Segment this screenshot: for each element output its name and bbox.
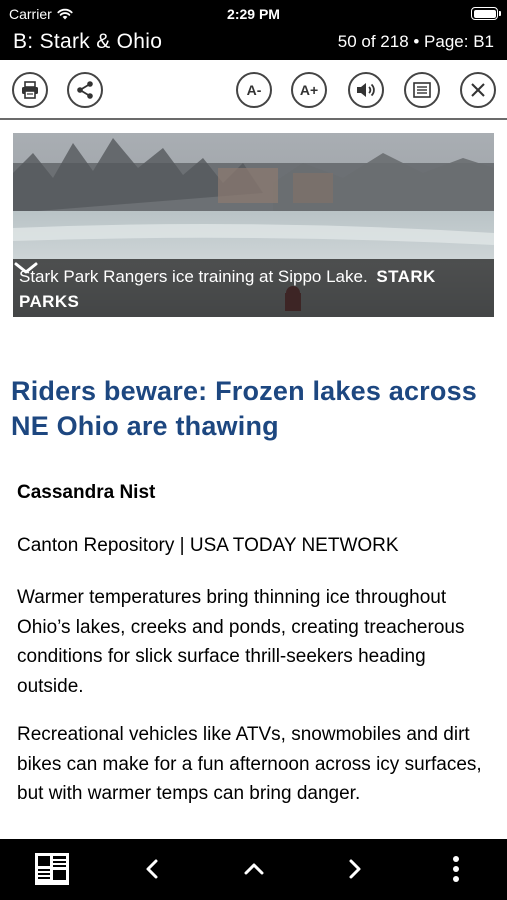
print-button[interactable] xyxy=(12,72,48,108)
article-source: Canton Repository | USA TODAY NETWORK xyxy=(17,535,399,556)
article-toolbar: A- A+ xyxy=(0,60,507,120)
speaker-icon xyxy=(357,83,375,97)
chevron-left-icon xyxy=(146,859,158,879)
previous-article-button[interactable] xyxy=(132,851,172,887)
article-icon xyxy=(413,82,431,98)
text-view-button[interactable] xyxy=(404,72,440,108)
article-headline: Riders beware: Frozen lakes across NE Oh… xyxy=(11,376,478,441)
more-vertical-icon xyxy=(453,856,459,882)
next-article-button[interactable] xyxy=(335,851,375,887)
article-paragraph: Recreational vehicles like ATVs, snowmob… xyxy=(17,724,482,804)
more-options-button[interactable] xyxy=(436,851,476,887)
hero-image[interactable]: Stark Park Rangers ice training at Sippo… xyxy=(13,133,494,317)
bottom-navigation-bar xyxy=(0,839,507,900)
close-button[interactable] xyxy=(460,72,496,108)
font-larger-button[interactable]: A+ xyxy=(291,72,327,108)
page-view-button[interactable] xyxy=(32,851,72,887)
image-caption: Stark Park Rangers ice training at Sippo… xyxy=(13,259,494,317)
section-title: B: Stark & Ohio xyxy=(13,30,163,53)
status-bar: Carrier 2:29 PM xyxy=(0,0,507,27)
status-time: 2:29 PM xyxy=(227,6,280,22)
caption-text: Stark Park Rangers ice training at Sippo… xyxy=(19,264,439,314)
caption-description: Stark Park Rangers ice training at Sippo… xyxy=(19,267,368,286)
close-icon xyxy=(471,83,485,97)
article-paragraph: Warmer temperatures bring thinning ice t… xyxy=(17,587,465,697)
chevron-right-icon xyxy=(349,859,361,879)
title-bar: B: Stark & Ohio 50 of 218 • Page: B1 xyxy=(0,27,507,60)
battery-icon xyxy=(471,7,501,20)
font-larger-label: A+ xyxy=(299,82,319,98)
chevron-up-icon xyxy=(244,863,264,875)
audio-button[interactable] xyxy=(348,72,384,108)
scroll-top-button[interactable] xyxy=(234,851,274,887)
share-icon xyxy=(77,81,93,99)
chevron-down-icon[interactable] xyxy=(13,259,39,277)
font-smaller-button[interactable]: A- xyxy=(236,72,272,108)
font-smaller-label: A- xyxy=(246,82,262,98)
share-button[interactable] xyxy=(67,72,103,108)
article-author: Cassandra Nist xyxy=(17,482,156,503)
newspaper-icon xyxy=(35,853,69,885)
printer-icon xyxy=(22,81,38,99)
page-info: 50 of 218 • Page: B1 xyxy=(337,32,494,51)
